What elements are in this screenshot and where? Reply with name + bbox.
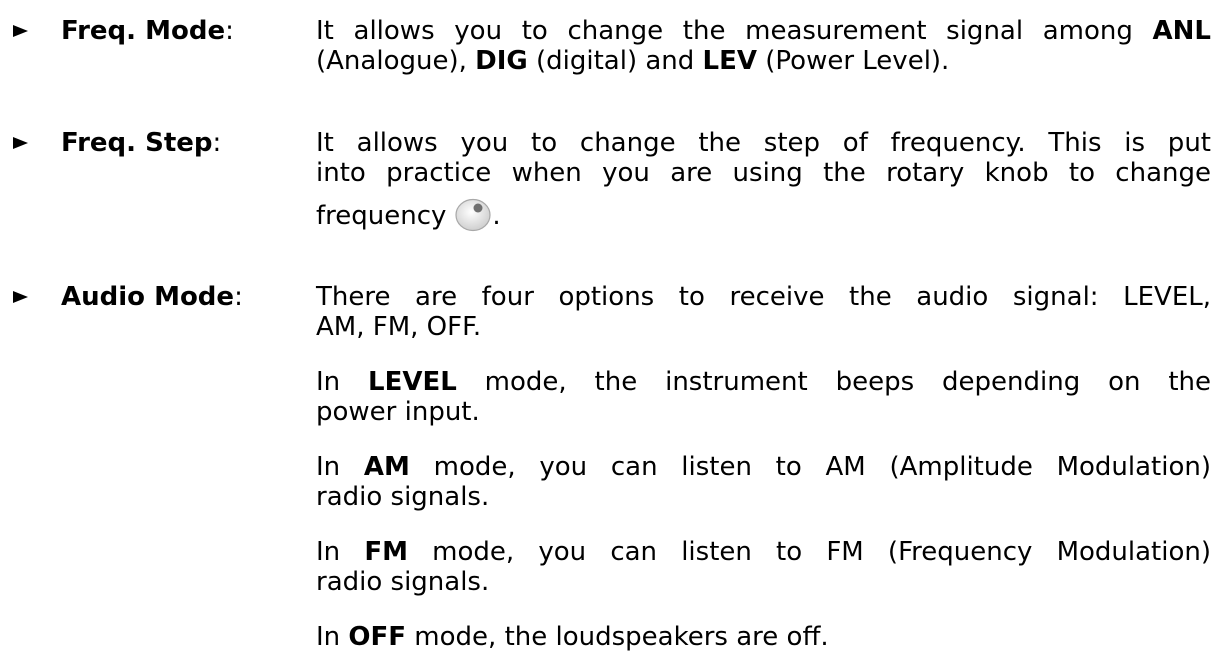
item-description: There are four options to receive the au… [316, 282, 1211, 652]
mode-am-paragraph: In AM mode, you can listen to AM (Amplit… [316, 452, 1211, 512]
triangle-right-icon [11, 16, 35, 46]
description-line: radio signals. [316, 482, 490, 512]
description-line: (Analogue), DIG (digital) and LEV (Power… [316, 46, 950, 76]
description-line: radio signals. [316, 567, 490, 597]
item-term: Freq. Mode: [61, 16, 234, 46]
description-line: In FM mode, you can listen to FM (Freque… [316, 537, 1211, 567]
item-description: It allows you to change the step of freq… [316, 128, 1211, 232]
description-line: It allows you to change the step of freq… [316, 128, 1211, 158]
description-line: AM, FM, OFF. [316, 312, 482, 342]
mode-level-paragraph: In LEVEL mode, the instrument beeps depe… [316, 367, 1211, 427]
mode-off-paragraph: In OFF mode, the loudspeakers are off. [316, 622, 1211, 652]
item-description: It allows you to change the measurement … [316, 16, 1211, 76]
description-line: In AM mode, you can listen to AM (Amplit… [316, 452, 1211, 482]
item-term: Audio Mode: [61, 282, 243, 312]
mode-fm-paragraph: In FM mode, you can listen to FM (Freque… [316, 537, 1211, 597]
description-line: frequency. [316, 198, 1211, 232]
description-line: In OFF mode, the loudspeakers are off. [316, 622, 829, 652]
triangle-right-icon [11, 128, 35, 158]
description-line: power input. [316, 397, 480, 427]
description-line: In LEVEL mode, the instrument beeps depe… [316, 367, 1211, 397]
description-line: It allows you to change the measurement … [316, 16, 1211, 46]
description-line: There are four options to receive the au… [316, 282, 1211, 312]
rotary-knob-icon [454, 198, 492, 239]
audio-intro: There are four options to receive the au… [316, 282, 1211, 342]
item-term: Freq. Step: [61, 128, 222, 158]
description-line: into practice when you are using the rot… [316, 158, 1211, 188]
triangle-right-icon [11, 282, 35, 312]
